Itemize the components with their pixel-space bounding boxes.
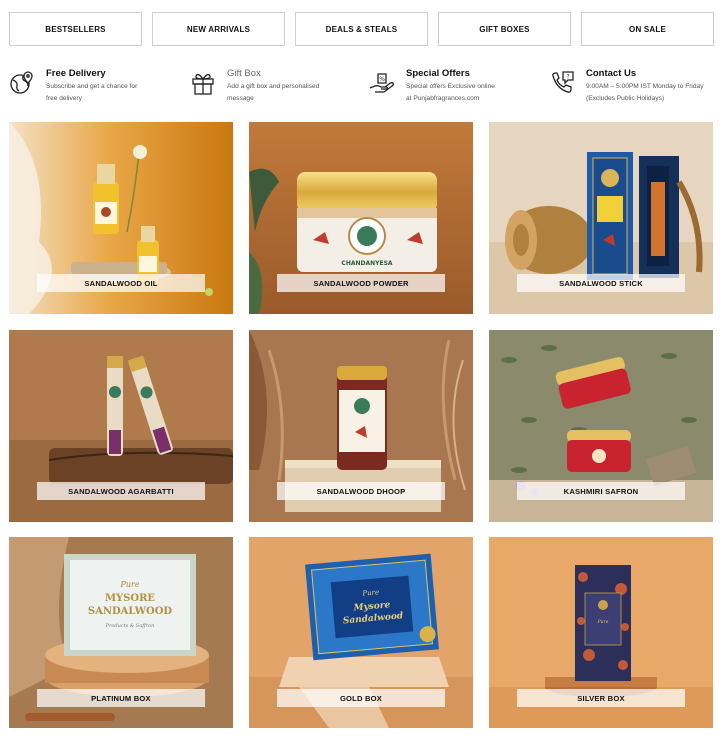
feature-strip: Free Delivery Subscribe and get a chance… (9, 66, 721, 106)
globe-pin-icon (9, 70, 35, 96)
product-tile-sandalwood-agarbatti[interactable]: SANDALWOOD AGARBATTI (9, 330, 233, 522)
feature-title: Free Delivery (46, 68, 106, 79)
feature-desc-line: free delivery (46, 95, 82, 102)
feature-desc-line: at Punjabfragrances.com (406, 95, 480, 102)
product-tile-sandalwood-dhoop[interactable]: SANDALWOOD DHOOP (249, 330, 473, 522)
product-tile-sandalwood-oil[interactable]: SANDALWOOD OIL (9, 122, 233, 314)
feature-desc-line: Add a gift box and personalised (227, 83, 320, 90)
feature-title: Gift Box (227, 68, 261, 79)
feature-title: Contact Us (586, 68, 637, 79)
product-label: SANDALWOOD OIL (37, 274, 205, 292)
box-sub-text: Products & Saffron (105, 623, 155, 629)
feature-desc-line: Subscribe and get a chance for (46, 83, 138, 90)
box-pure-text: Pure (119, 580, 139, 589)
feature-desc-line: 9:00AM – 5:00PM IST Monday to Friday (586, 83, 704, 90)
product-tile-kashmiri-safron[interactable]: KASHMIRI SAFRON (489, 330, 713, 522)
hand-discount-icon: % (369, 70, 395, 96)
product-tile-sandalwood-stick[interactable]: SANDALWOOD STICK (489, 122, 713, 314)
gift-icon (190, 70, 216, 96)
product-tile-gold-box[interactable]: Pure Mysore Sandalwood GOLD BOX (249, 537, 473, 728)
svg-text:%: % (379, 76, 385, 83)
nav-deals-steals-button[interactable]: DEALS & STEALS (295, 12, 428, 46)
product-label: SANDALWOOD STICK (517, 274, 685, 292)
nav-new-arrivals-button[interactable]: NEW ARRIVALS (152, 12, 285, 46)
box-sandalwood-text: SANDALWOOD (88, 606, 173, 617)
product-label: PLATINUM BOX (37, 689, 205, 707)
feature-desc-line: Special offers Exclusive online (406, 83, 495, 90)
category-nav: BESTSELLERS NEW ARRIVALS DEALS & STEALS … (9, 12, 714, 46)
nav-gift-boxes-button[interactable]: GIFT BOXES (438, 12, 571, 46)
feature-gift-box: Gift Box Add a gift box and personalised… (190, 66, 319, 103)
product-tile-sandalwood-powder[interactable]: CHANDANYESA SANDALWOOD POWDER (249, 122, 473, 314)
feature-special-offers: % Special Offers Special offers Exclusiv… (369, 66, 495, 103)
product-label: SANDALWOOD POWDER (277, 274, 445, 292)
product-label: SILVER BOX (517, 689, 685, 707)
product-label: GOLD BOX (277, 689, 445, 707)
feature-title: Special Offers (406, 68, 470, 79)
nav-bestsellers-button[interactable]: BESTSELLERS (9, 12, 142, 46)
feature-desc-line: (Excludes Public Holidays) (586, 95, 665, 102)
box-mysore-text: MYSORE (105, 593, 155, 604)
product-label: SANDALWOOD DHOOP (277, 482, 445, 500)
feature-desc-line: message (227, 95, 254, 102)
box-pure-text: Pure (597, 619, 609, 625)
phone-icon: ? (549, 70, 575, 96)
product-tile-silver-box[interactable]: Pure SILVER BOX (489, 537, 713, 728)
feature-contact-us: ? Contact Us 9:00AM – 5:00PM IST Monday … (549, 66, 704, 103)
svg-text:?: ? (567, 74, 570, 81)
product-tile-platinum-box[interactable]: Pure MYSORE SANDALWOOD Products & Saffro… (9, 537, 233, 728)
box-pure-text: Pure (361, 588, 379, 598)
product-label: KASHMIRI SAFRON (517, 482, 685, 500)
feature-free-delivery: Free Delivery Subscribe and get a chance… (9, 66, 137, 103)
jar-brand-text: CHANDANYESA (341, 260, 393, 267)
nav-on-sale-button[interactable]: ON SALE (581, 12, 714, 46)
product-label: SANDALWOOD AGARBATTI (37, 482, 205, 500)
